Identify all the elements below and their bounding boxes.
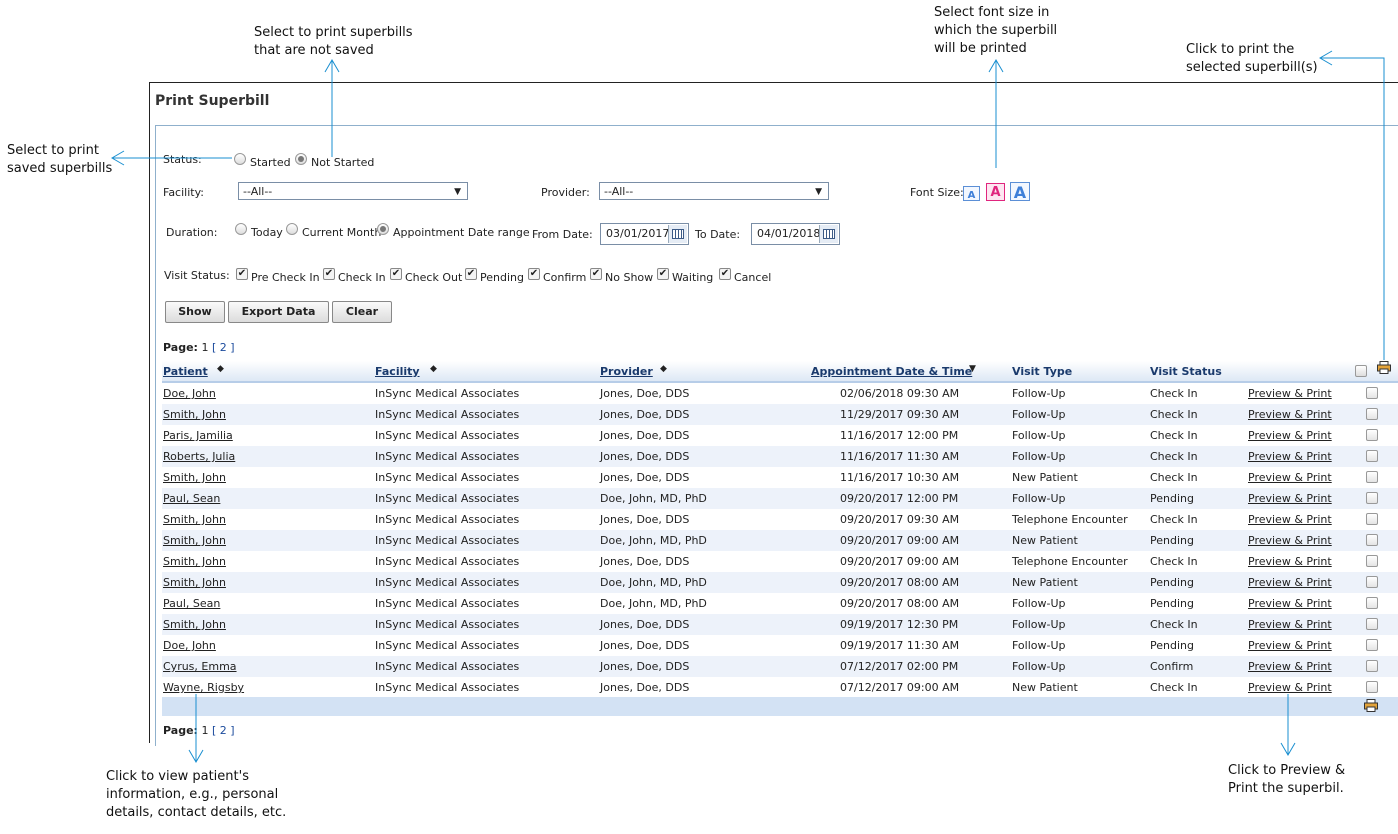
arrow-print-selected (1320, 57, 1385, 360)
annotation-arrows (111, 50, 1385, 763)
